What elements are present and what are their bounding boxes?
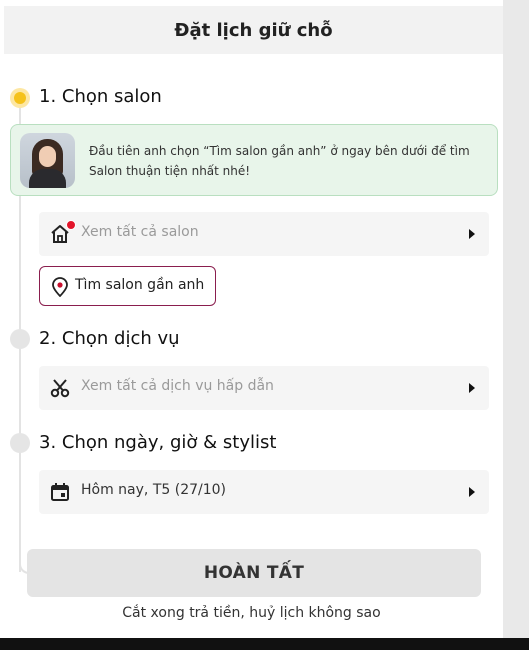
location-pin-icon — [51, 277, 69, 298]
salon-placeholder: Xem tất cả salon — [81, 224, 199, 240]
finish-button-label: HOÀN TẤT — [203, 563, 305, 583]
page-header: Đặt lịch giữ chỗ — [4, 6, 503, 54]
step-2-title: 2. Chọn dịch vụ — [39, 328, 180, 349]
notification-dot — [66, 220, 76, 230]
service-placeholder: Xem tất cả dịch vụ hấp dẫn — [81, 378, 274, 394]
chevron-right-icon — [469, 229, 475, 239]
step-2-indicator — [10, 329, 30, 349]
step-3-indicator — [10, 433, 30, 453]
scissors-icon — [49, 377, 71, 399]
hint-text: Đầu tiên anh chọn “Tìm salon gần anh” ở … — [89, 144, 470, 178]
chevron-right-icon — [469, 383, 475, 393]
step-1-indicator — [10, 88, 30, 108]
bottom-bar — [0, 638, 529, 650]
calendar-icon — [49, 481, 71, 503]
date-selector[interactable]: Hôm nay, T5 (27/10) — [39, 470, 489, 514]
find-nearby-salon-label: Tìm salon gần anh — [75, 277, 205, 293]
booking-panel: Đặt lịch giữ chỗ 1. Chọn salon Đầu tiên … — [0, 0, 503, 638]
step-3-title: 3. Chọn ngày, giờ & stylist — [39, 432, 277, 453]
scrollbar-track[interactable] — [503, 0, 529, 650]
stylist-avatar — [20, 133, 75, 188]
service-selector[interactable]: Xem tất cả dịch vụ hấp dẫn — [39, 366, 489, 410]
date-value: Hôm nay, T5 (27/10) — [81, 482, 226, 498]
hint-box: Đầu tiên anh chọn “Tìm salon gần anh” ở … — [10, 124, 498, 196]
salon-selector[interactable]: Xem tất cả salon — [39, 212, 489, 256]
step-1-title: 1. Chọn salon — [39, 86, 162, 107]
chevron-right-icon — [469, 487, 475, 497]
find-nearby-salon-button[interactable]: Tìm salon gần anh — [39, 266, 216, 306]
page-title: Đặt lịch giữ chỗ — [174, 19, 333, 41]
footnote: Cắt xong trả tiền, huỷ lịch không sao — [122, 605, 381, 621]
finish-button[interactable]: HOÀN TẤT — [27, 549, 481, 597]
